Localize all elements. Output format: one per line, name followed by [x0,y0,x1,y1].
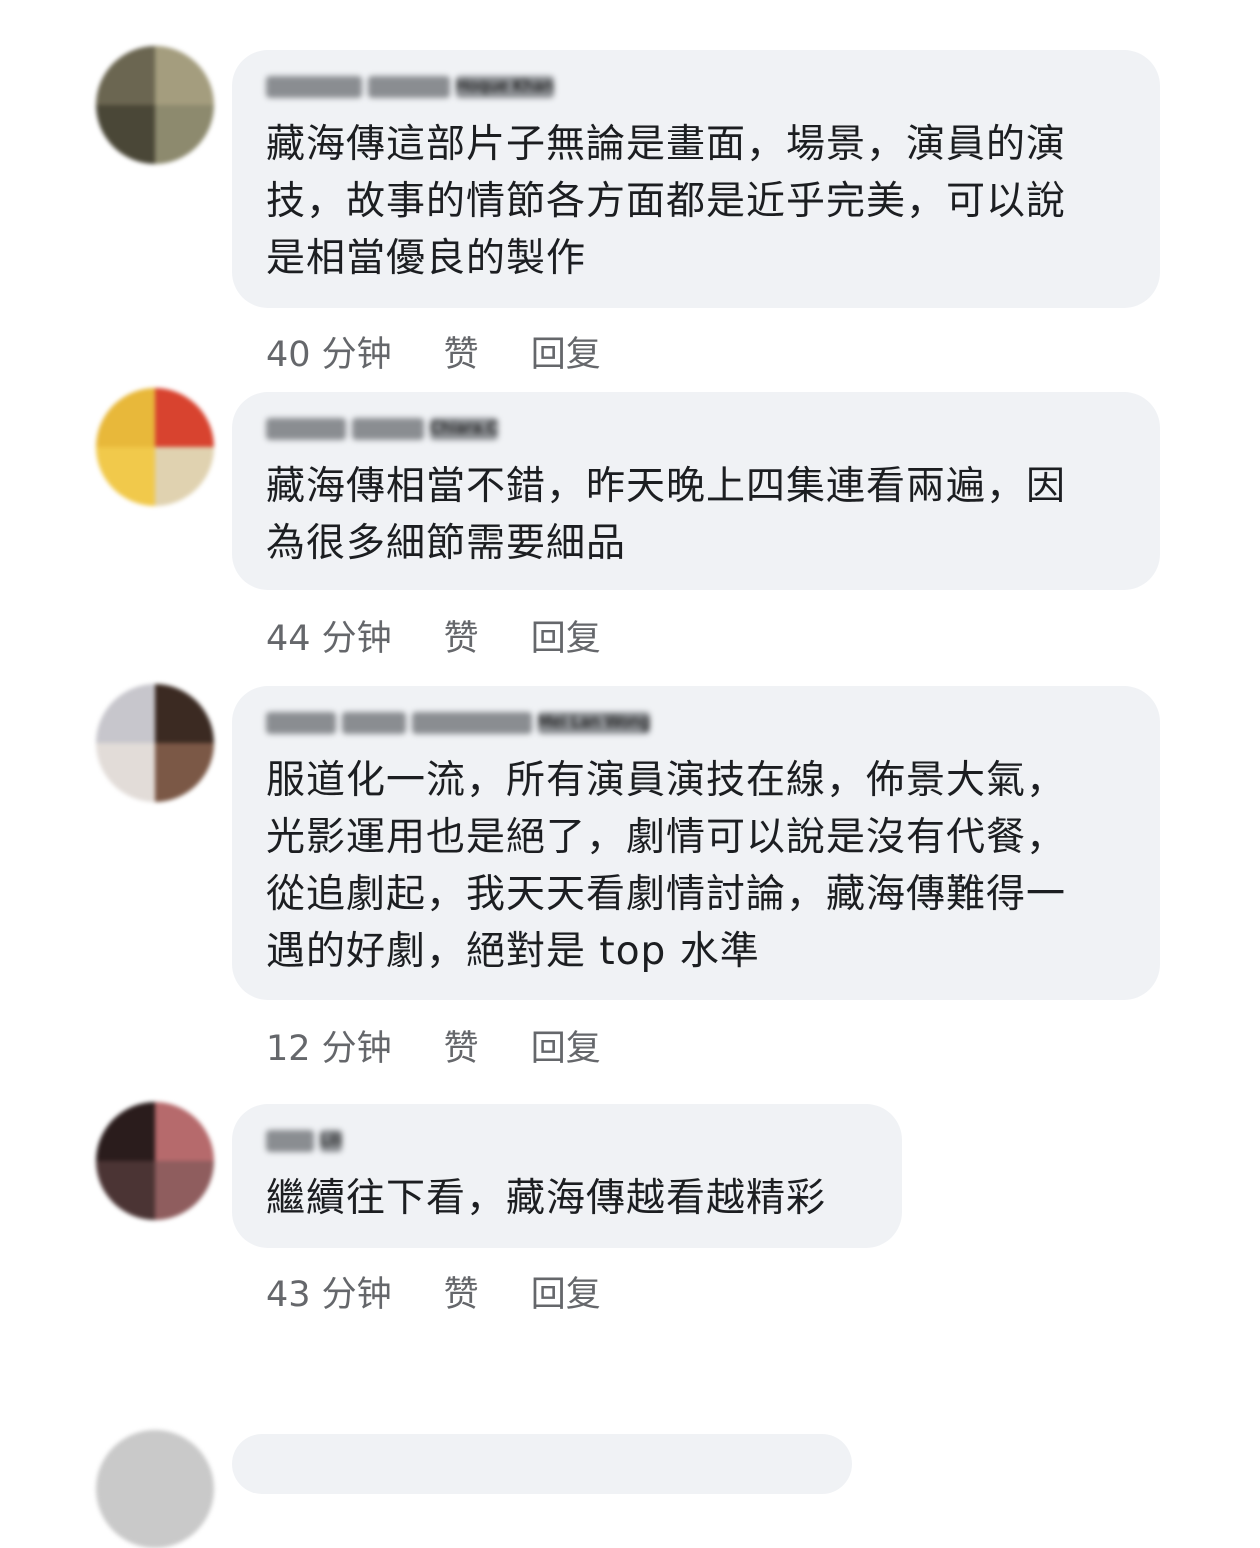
avatar-pixel [96,46,155,105]
author-name-blurred[interactable]: Chiara.C [266,418,1124,444]
avatar-pixel [155,447,214,506]
author-name-blurred[interactable]: Hoque Khan [266,76,1124,102]
comment-time: 44 分钟 [266,619,392,659]
avatar-pixel [155,105,214,164]
avatar-pixel [96,447,155,506]
avatar-pixel [155,46,214,105]
comment-bubble: Lili 繼續往下看，藏海傳越看越精彩 [232,1104,902,1248]
comment-bubble: Chiara.C 藏海傳相當不錯，昨天晚上四集連看兩遍，因 為很多細節需要細品 [232,392,1160,590]
comment-actions: 44 分钟 赞 回复 [266,610,601,661]
avatar-pixel [155,1161,214,1220]
avatar-pixel [96,1161,155,1220]
comment-bubble [232,1434,852,1494]
like-button[interactable]: 赞 [444,1266,479,1317]
avatar-pixel [155,388,214,447]
avatar-pixel [155,684,214,743]
reply-button[interactable]: 回复 [531,1266,601,1317]
comment-bubble: Hoque Khan 藏海傳這部片子無論是畫面，場景，演員的演 技，故事的情節各… [232,50,1160,308]
reply-button[interactable]: 回复 [531,610,601,661]
author-name-blurred[interactable]: Lili [266,1130,866,1156]
avatar-pixel [96,1102,155,1161]
avatar-pixel [155,743,214,802]
avatar-pixel [155,1102,214,1161]
comment-actions: 12 分钟 赞 回复 [266,1020,601,1071]
comment-actions: 40 分钟 赞 回复 [266,326,601,377]
comment-time: 12 分钟 [266,1029,392,1069]
reply-button[interactable]: 回复 [531,326,601,377]
avatar[interactable] [96,388,214,506]
avatar[interactable] [96,46,214,164]
avatar-pixel [96,388,155,447]
author-name-blurred[interactable]: Mei Lan Wong [266,712,1124,738]
like-button[interactable]: 赞 [444,1020,479,1071]
reply-button[interactable]: 回复 [531,1020,601,1071]
comment-time: 40 分钟 [266,335,392,375]
comment-time: 43 分钟 [266,1275,392,1315]
avatar[interactable] [96,1102,214,1220]
comment-text: 服道化一流，所有演員演技在線，佈景大氣， 光影運用也是絕了，劇情可以說是沒有代餐… [266,758,1067,974]
author-name: Mei Lan Wong [538,712,651,734]
avatar-pixel [96,743,155,802]
avatar-pixel [96,684,155,743]
comment-actions: 43 分钟 赞 回复 [266,1266,601,1317]
author-name: Lili [320,1130,343,1152]
like-button[interactable]: 赞 [444,610,479,661]
comment-text: 藏海傳相當不錯，昨天晚上四集連看兩遍，因 為很多細節需要細品 [266,464,1067,566]
avatar[interactable] [96,684,214,802]
author-name: Hoque Khan [456,76,554,98]
avatar[interactable] [96,1430,214,1548]
comment-text: 藏海傳這部片子無論是畫面，場景，演員的演 技，故事的情節各方面都是近乎完美，可以… [266,122,1067,281]
avatar-pixel [96,105,155,164]
comment-bubble: Mei Lan Wong 服道化一流，所有演員演技在線，佈景大氣， 光影運用也是… [232,686,1160,1000]
like-button[interactable]: 赞 [444,326,479,377]
comment-text: 繼續往下看，藏海傳越看越精彩 [266,1176,827,1221]
author-name: Chiara.C [430,418,499,440]
